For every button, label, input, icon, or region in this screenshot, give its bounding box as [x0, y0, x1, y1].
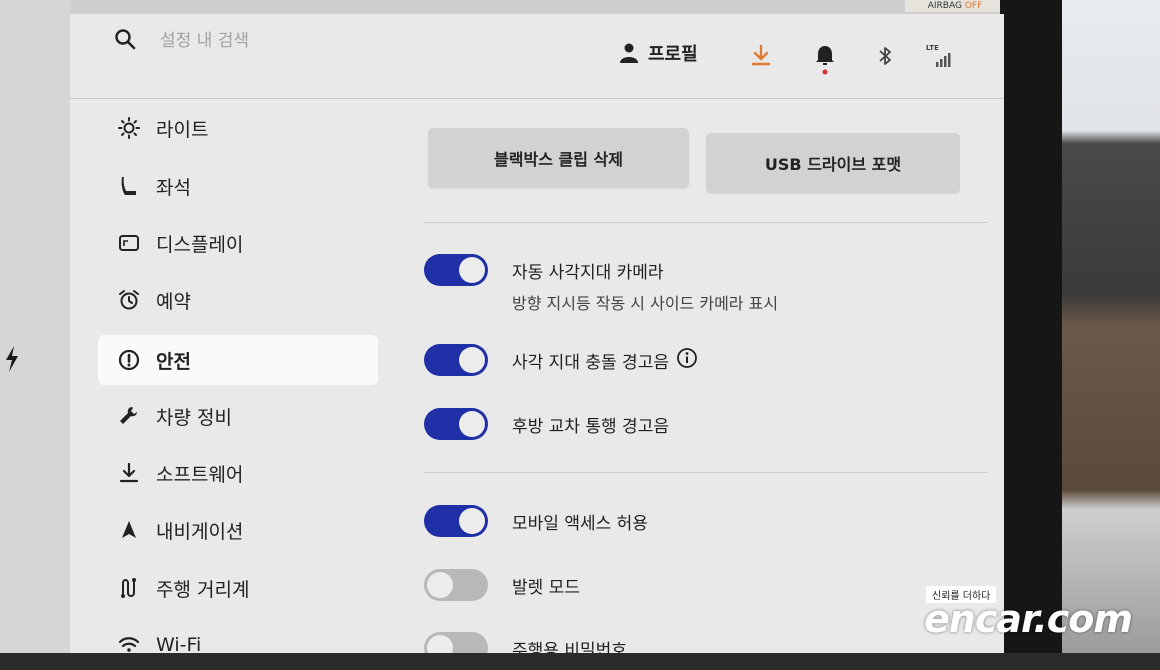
blindspot-chime-toggle[interactable]	[424, 344, 488, 376]
display-icon	[119, 235, 139, 251]
toggle-knob	[427, 635, 453, 653]
sidebar-item-label: 내비게이션	[156, 520, 244, 543]
delete-dashcam-clips-button[interactable]: 블랙박스 클립 삭제	[428, 128, 689, 188]
watermark: 신뢰를 더하다 encar.com	[918, 585, 1160, 653]
toggle-row-valet-mode: 발렛 모드	[424, 569, 984, 601]
toggle-label: 자동 사각지대 카메라	[512, 263, 664, 283]
airbag-state: OFF	[964, 1, 983, 11]
toggle-label: 사각 지대 충돌 경고음	[512, 353, 669, 373]
search-input[interactable]	[160, 28, 360, 54]
profile-button[interactable]: 프로필	[620, 40, 698, 66]
format-usb-drive-button[interactable]: USB 드라이브 포맷	[706, 133, 960, 193]
watermark-logo: encar.com	[924, 597, 1133, 641]
sidebar-item-navigation[interactable]: 내비게이션	[98, 505, 378, 555]
mobile-access-toggle[interactable]	[424, 505, 488, 537]
toggle-row-rear-cross-traffic: 후방 교차 통행 경고음	[424, 408, 984, 440]
section-divider	[424, 472, 988, 473]
toggle-knob	[459, 257, 485, 283]
sidebar-item-service[interactable]: 차량 정비	[98, 391, 378, 441]
toggle-knob	[427, 572, 453, 598]
left-bezel	[0, 0, 70, 653]
toggle-row-mobile-access: 모바일 액세스 허용	[424, 505, 984, 537]
toggle-label: 모바일 액세스 허용	[512, 514, 648, 534]
toggle-row-blindspot-camera: 자동 사각지대 카메라 방향 지시등 작동 시 사이드 카메라 표시	[424, 254, 984, 314]
map-strip	[70, 0, 1000, 14]
sidebar-item-label: 안전	[156, 350, 191, 373]
sidebar-item-schedule[interactable]: 예약	[98, 275, 378, 325]
alarm-clock-icon	[119, 290, 139, 310]
trip-route-icon	[121, 578, 136, 598]
right-bezel	[1000, 0, 1066, 653]
navigation-arrow-icon	[122, 521, 136, 538]
sidebar-item-label: 디스플레이	[156, 233, 244, 256]
info-icon[interactable]	[676, 347, 698, 369]
toggle-row-blindspot-chime: 사각 지대 충돌 경고음	[424, 344, 984, 376]
charging-bolt-icon	[6, 346, 18, 372]
sidebar-item-safety[interactable]: 안전	[98, 335, 378, 385]
sidebar-item-wifi[interactable]: Wi-Fi	[98, 620, 378, 670]
toggle-label: 발렛 모드	[512, 578, 580, 598]
background-photo	[1062, 0, 1160, 653]
download-icon	[119, 462, 139, 483]
sidebar-item-software[interactable]: 소프트웨어	[98, 448, 378, 498]
bell-icon[interactable]	[814, 44, 836, 76]
toggle-knob	[459, 508, 485, 534]
toggle-knob	[459, 411, 485, 437]
wrench-icon	[120, 407, 137, 424]
rear-cross-traffic-toggle[interactable]	[424, 408, 488, 440]
toggle-label: 주행용 비밀번호	[512, 641, 627, 653]
download-icon[interactable]	[750, 44, 772, 66]
sidebar-item-label: 라이트	[156, 118, 209, 141]
lte-signal-icon: LTE	[922, 44, 962, 70]
sidebar-item-display[interactable]: 디스플레이	[98, 218, 378, 268]
sidebar-item-label: 좌석	[156, 176, 191, 199]
sidebar-item-label: 예약	[156, 290, 191, 313]
seat-icon	[121, 177, 136, 195]
profile-label: 프로필	[648, 44, 698, 65]
valet-mode-toggle[interactable]	[424, 569, 488, 601]
alert-circle-icon	[118, 349, 140, 371]
blindspot-camera-toggle[interactable]	[424, 254, 488, 286]
sidebar-item-seats[interactable]: 좌석	[98, 161, 378, 211]
sidebar-item-trips[interactable]: 주행 거리계	[98, 563, 378, 613]
sidebar-item-label: 주행 거리계	[156, 578, 250, 601]
section-divider	[424, 222, 988, 223]
toggle-description: 방향 지시등 작동 시 사이드 카메라 표시	[512, 294, 779, 313]
airbag-label: AIRBAG	[927, 1, 962, 11]
bluetooth-icon[interactable]	[876, 44, 894, 68]
toggle-knob	[459, 347, 485, 373]
signal-bars-icon	[936, 53, 951, 67]
sun-icon	[118, 117, 140, 139]
sidebar-item-lights[interactable]: 라이트	[98, 103, 378, 153]
airbag-indicator: AIRBAG OFF	[905, 0, 1005, 12]
toggle-label: 후방 교차 통행 경고음	[512, 417, 669, 437]
sidebar-item-label: 차량 정비	[156, 406, 232, 429]
settings-screen: 프로필 LTE	[70, 14, 1004, 656]
top-bar: 프로필 LTE	[70, 14, 1004, 99]
pin-to-drive-toggle[interactable]	[424, 632, 488, 653]
notification-dot	[822, 69, 828, 75]
sidebar-item-label: 소프트웨어	[156, 463, 244, 486]
toggle-row-pin-to-drive: 주행용 비밀번호	[424, 632, 984, 653]
search-icon	[115, 29, 136, 50]
person-icon	[620, 43, 638, 63]
